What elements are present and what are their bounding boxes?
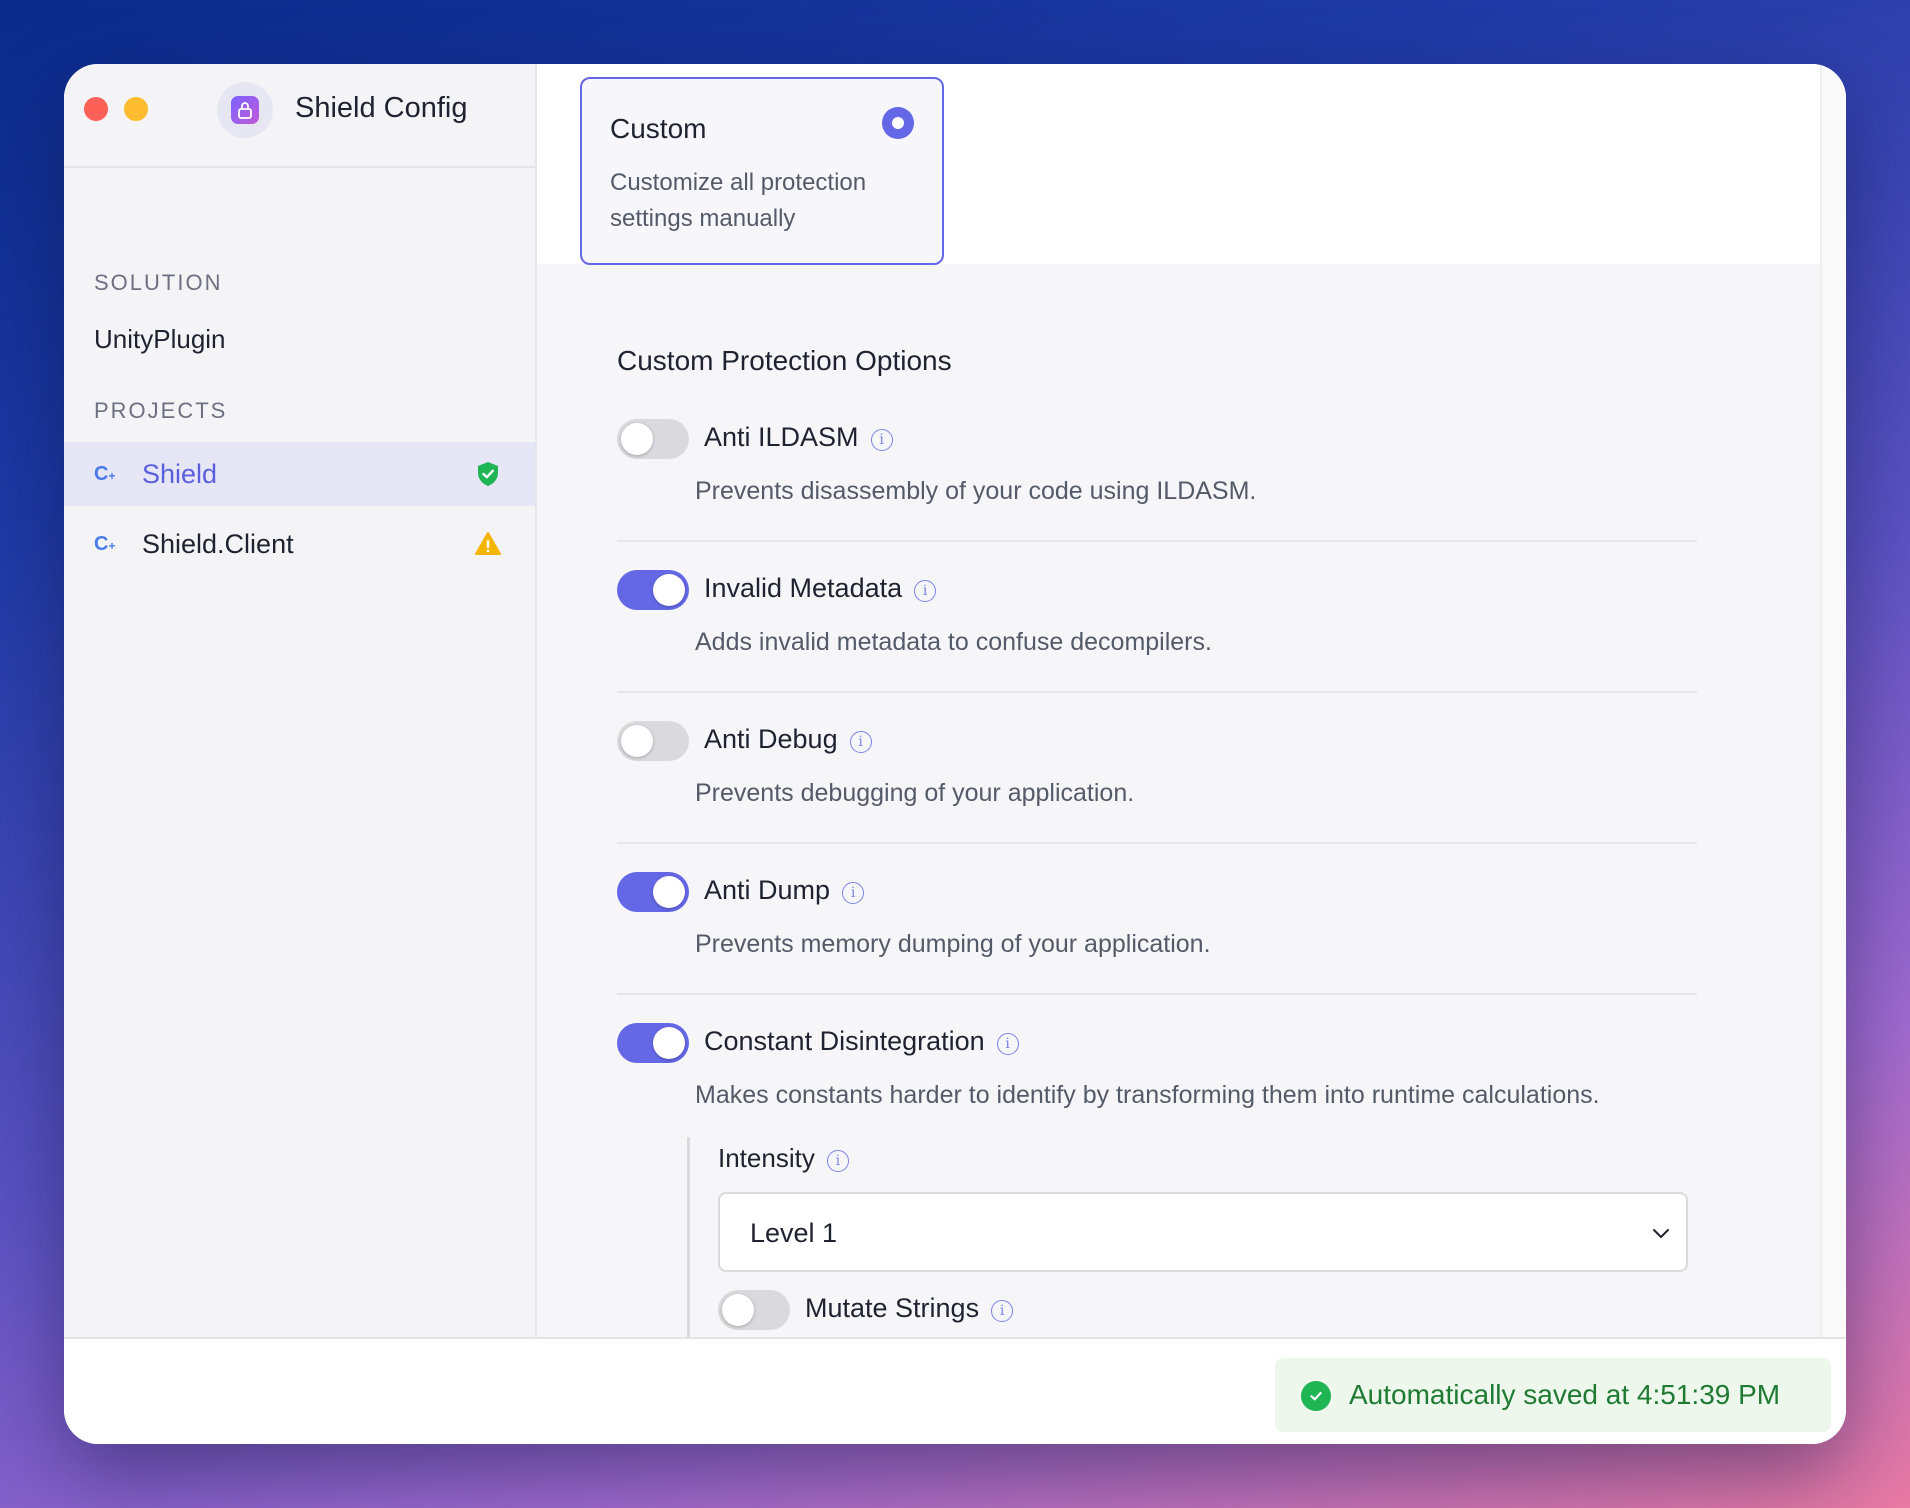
divider	[617, 540, 1697, 542]
constant-disintegration-suboptions: Intensity i Level 1 Mutate Strings i	[687, 1137, 1697, 1337]
save-status-text: Automatically saved at 4:51:39 PM	[1349, 1379, 1781, 1410]
solution-name[interactable]: UnityPlugin	[94, 324, 226, 355]
info-icon[interactable]: i	[996, 1033, 1019, 1055]
constant-disintegration-toggle[interactable]	[617, 1023, 689, 1063]
divider	[617, 842, 1697, 844]
app-window: Shield Config SOLUTION UnityPlugin PROJE…	[64, 64, 1846, 1444]
option-description: Makes constants harder to identify by tr…	[695, 1081, 1600, 1109]
main-content: Custom Customize all protection settings…	[537, 64, 1846, 1337]
option-description: Prevents memory dumping of your applicat…	[695, 930, 1211, 958]
app-logo-icon	[217, 82, 273, 138]
radio-selected-icon[interactable]	[882, 107, 914, 139]
sidebar-item-shield[interactable]: C+ Shield	[64, 442, 535, 506]
info-icon[interactable]: i	[991, 1300, 1014, 1322]
shield-check-icon	[474, 460, 502, 488]
option-label: Constant Disintegration	[704, 1026, 985, 1056]
scrollbar[interactable]	[1820, 64, 1846, 1337]
preset-card-title: Custom	[610, 113, 707, 144]
mutate-strings-toggle[interactable]	[718, 1290, 790, 1330]
sidebar-item-label: Shield	[142, 458, 218, 489]
title-bar: Shield Config	[64, 64, 535, 168]
close-window-button[interactable]	[84, 97, 108, 121]
projects-section-label: PROJECTS	[94, 398, 228, 423]
info-icon[interactable]: i	[870, 429, 893, 451]
csharp-icon: C+	[94, 532, 116, 555]
option-label: Anti Dump	[704, 875, 831, 905]
sidebar: Shield Config SOLUTION UnityPlugin PROJE…	[64, 64, 537, 1337]
anti-dump-toggle[interactable]	[617, 872, 689, 912]
minimize-window-button[interactable]	[124, 97, 148, 121]
csharp-icon: C+	[94, 462, 116, 485]
options-section-title: Custom Protection Options	[617, 345, 952, 376]
intensity-select-value: Level 1	[750, 1218, 838, 1248]
warning-icon	[474, 530, 502, 558]
app-title: Shield Config	[295, 92, 468, 124]
footer-bar: Automatically saved at 4:51:39 PM	[64, 1337, 1846, 1444]
chevron-down-icon	[1650, 1222, 1672, 1244]
option-mutate-strings: Mutate Strings i	[718, 1290, 1318, 1334]
invalid-metadata-toggle[interactable]	[617, 570, 689, 610]
divider	[617, 691, 1697, 693]
option-description: Prevents disassembly of your code using …	[695, 477, 1257, 505]
info-icon[interactable]: i	[842, 882, 865, 904]
option-label: Mutate Strings	[805, 1293, 980, 1323]
preset-card-description: Customize all protection settings manual…	[610, 169, 867, 232]
option-label: Anti Debug	[704, 724, 838, 754]
anti-debug-toggle[interactable]	[617, 721, 689, 761]
option-description: Prevents debugging of your application.	[695, 779, 1135, 807]
anti-ildasm-toggle[interactable]	[617, 419, 689, 459]
intensity-select[interactable]: Level 1	[718, 1192, 1688, 1272]
intensity-label: Intensity	[718, 1143, 815, 1173]
option-label: Invalid Metadata	[704, 573, 903, 603]
solution-section-label: SOLUTION	[94, 270, 223, 295]
divider	[617, 993, 1697, 995]
preset-card-custom[interactable]: Custom Customize all protection settings…	[580, 77, 944, 265]
save-status-toast: Automatically saved at 4:51:39 PM	[1275, 1358, 1831, 1432]
sidebar-item-shield-client[interactable]: C+ Shield.Client	[64, 512, 535, 576]
option-label: Anti ILDASM	[704, 422, 859, 452]
check-circle-icon	[1301, 1381, 1331, 1411]
info-icon[interactable]: i	[849, 731, 872, 753]
option-description: Adds invalid metadata to confuse decompi…	[695, 628, 1212, 656]
info-icon[interactable]: i	[914, 580, 937, 602]
info-icon[interactable]: i	[826, 1150, 849, 1172]
sidebar-item-label: Shield.Client	[142, 528, 294, 559]
